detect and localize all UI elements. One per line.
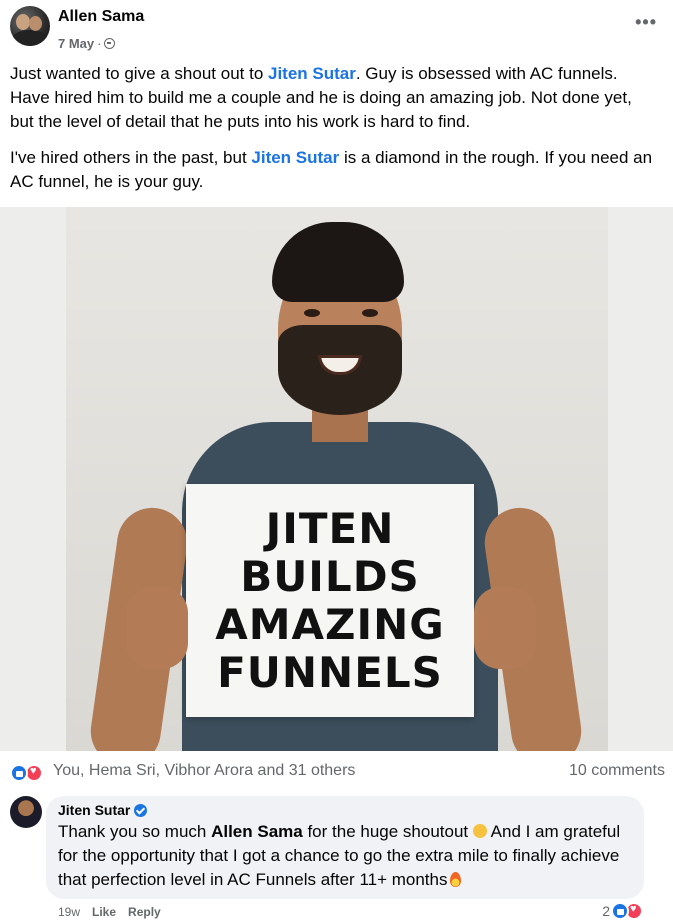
comment-time[interactable]: 19w <box>58 905 80 919</box>
sign-line: AMAZING <box>215 599 445 649</box>
post-text: Just wanted to give a shout out to Jiten… <box>10 62 660 206</box>
reactors-summary[interactable]: You, Hema Sri, Vibhor Arora and 31 other… <box>53 762 355 780</box>
like-icon <box>611 902 629 920</box>
reactions-row: You, Hema Sri, Vibhor Arora and 31 other… <box>0 751 673 789</box>
commenter-avatar[interactable] <box>10 796 42 828</box>
meta-separator: · <box>97 36 102 51</box>
like-icon[interactable] <box>10 764 28 782</box>
comment-reaction-count: 2 <box>602 903 610 919</box>
sign-line: JITEN <box>265 503 395 553</box>
post-paragraph: I've hired others in the past, but Jiten… <box>10 146 660 194</box>
post-date[interactable]: 7 May <box>58 36 94 51</box>
post-photo[interactable]: JITEN BUILDS AMAZING FUNNELS <box>0 207 673 751</box>
comment-text-segment: Thank you so much <box>58 822 212 841</box>
commenter-name[interactable]: Jiten Sutar <box>58 802 632 818</box>
fire-emoji-icon <box>449 872 461 887</box>
photo-subject: JITEN BUILDS AMAZING FUNNELS <box>66 207 608 751</box>
author-name[interactable]: Allen Sama <box>58 8 144 26</box>
comment-reactions[interactable]: 2 <box>602 902 643 920</box>
author-avatar[interactable] <box>10 6 50 46</box>
comment-actions: 19w Like Reply <box>58 905 161 919</box>
post-text-segment: I've hired others in the past, but <box>10 148 252 167</box>
post-header: Allen Sama 7 May · ••• <box>0 0 673 58</box>
post-meta: 7 May · <box>58 36 116 51</box>
globe-icon[interactable] <box>104 38 116 49</box>
post-text-segment: Just wanted to give a shout out to <box>10 64 268 83</box>
comment-text: Thank you so much Allen Sama for the hug… <box>58 820 632 892</box>
comment-bubble: Jiten Sutar Thank you so much Allen Sama… <box>46 796 644 899</box>
comment-count[interactable]: 10 comments <box>569 762 665 780</box>
mention-link[interactable]: Jiten Sutar <box>251 148 339 167</box>
commenter-name-text[interactable]: Jiten Sutar <box>58 802 130 818</box>
sign-line: BUILDS <box>240 551 420 601</box>
comment-like-button[interactable]: Like <box>92 905 116 919</box>
mention-link[interactable]: Jiten Sutar <box>268 64 356 83</box>
post-paragraph: Just wanted to give a shout out to Jiten… <box>10 62 660 134</box>
comment-text-segment: for the huge shoutout <box>302 822 473 841</box>
smile-emoji-icon <box>472 824 487 838</box>
comment-mention[interactable]: Allen Sama <box>211 822 303 841</box>
photo-sign: JITEN BUILDS AMAZING FUNNELS <box>186 484 474 717</box>
sign-line: FUNNELS <box>217 647 443 697</box>
comment-reply-button[interactable]: Reply <box>128 905 161 919</box>
more-options-icon[interactable]: ••• <box>635 12 657 33</box>
verified-icon <box>134 803 148 817</box>
